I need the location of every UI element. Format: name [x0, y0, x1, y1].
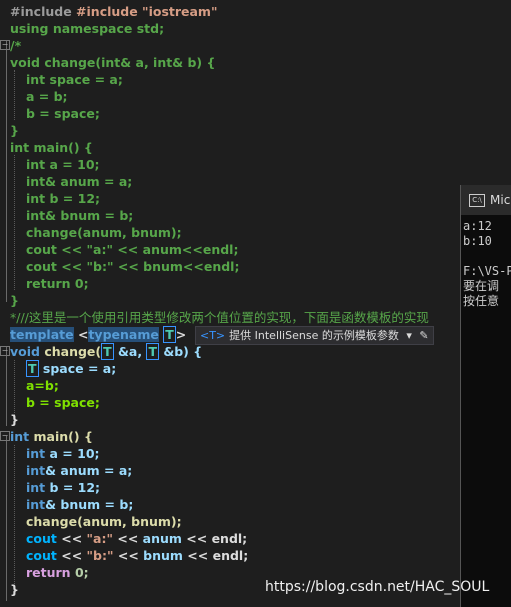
code-line-comment-open: /*: [10, 38, 22, 53]
code-line: }: [10, 293, 19, 308]
console-output-line: b:10: [463, 234, 492, 248]
code-line: int& bnum = b;: [26, 497, 134, 512]
code-line-chinese-comment: *///这里是一个使用引用类型修改两个值位置的实现，下面是函数模板的实现: [10, 310, 429, 325]
indent-guide-4: [14, 445, 16, 590]
console-title-bar[interactable]: C:\ Mic: [461, 185, 511, 215]
code-line: a = b;: [26, 89, 68, 104]
code-line: int a = 10;: [26, 446, 100, 461]
console-output-line: a:12: [463, 219, 492, 233]
code-line: T space = a;: [26, 360, 117, 377]
console-window[interactable]: C:\ Mic a:12 b:10 F:\VS-P 要在调 按任意: [460, 185, 511, 607]
code-line: cout << "a:" << anum << endl;: [26, 531, 248, 546]
code-line: change(anum, bnum);: [26, 514, 182, 529]
code-line: int a = 10;: [26, 157, 100, 172]
code-line-template: template <typename T >: [10, 326, 187, 343]
code-line: return 0;: [26, 565, 89, 580]
code-line: cout << "b:" << bnum << endl;: [26, 548, 249, 563]
template-tag: <T>: [200, 329, 226, 342]
watermark: https://blog.csdn.net/HAC_SOUL: [265, 579, 490, 595]
code-line: }: [10, 412, 19, 427]
code-line: b = space;: [26, 106, 100, 121]
code-line: }: [10, 582, 19, 597]
code-line: }: [10, 123, 19, 138]
indent-guide: [14, 70, 16, 120]
console-output-line: 按任意: [463, 294, 500, 308]
code-line-main-active: int main() {: [10, 429, 93, 444]
code-line-include: #include #include "iostream": [10, 4, 218, 19]
template-param-T[interactable]: T: [163, 326, 176, 343]
code-line: a=b;: [26, 378, 59, 393]
code-line: change(anum, bnum);: [26, 225, 182, 240]
collapse-toggle-comment[interactable]: −: [0, 40, 10, 50]
code-line: return 0;: [26, 276, 89, 291]
code-line: int& anum = a;: [26, 174, 133, 189]
outline-gutter-3: [6, 436, 7, 601]
code-line: int& bnum = b;: [26, 208, 134, 223]
console-output-line: F:\VS-P: [463, 264, 511, 278]
code-line-using: using namespace std;: [10, 21, 165, 36]
code-line: int b = 12;: [26, 191, 101, 206]
console-title: Mic: [490, 193, 511, 207]
indent-guide-3: [14, 360, 16, 415]
code-line: cout << "b:" << bnum<<endl;: [26, 259, 240, 274]
code-line-void-change: void change(int& a, int& b) {: [10, 55, 216, 70]
code-line-void-change-template: void change(T &a, T &b) {: [10, 343, 203, 360]
intellisense-template-bar[interactable]: <T> 提供 IntelliSense 的示例模板参数 ▾ ✎: [195, 326, 434, 345]
code-line: int& anum = a;: [26, 463, 133, 478]
chevron-down-icon[interactable]: ▾: [406, 329, 412, 342]
collapse-toggle-template[interactable]: −: [0, 346, 10, 356]
code-line: cout << "a:" << anum<<endl;: [26, 242, 239, 257]
indent-guide-2: [14, 155, 16, 290]
code-line: int space = a;: [26, 72, 123, 87]
code-line: int b = 12;: [26, 480, 101, 495]
console-output-line: 要在调: [463, 279, 500, 293]
code-line: b = space;: [26, 395, 100, 410]
code-line-main: int main() {: [10, 140, 93, 155]
edit-pencil-icon[interactable]: ✎: [419, 329, 428, 342]
outline-gutter: [6, 40, 7, 302]
code-editor[interactable]: − − − #include #include "iostream" using…: [0, 0, 460, 607]
outline-gutter-2: [6, 346, 7, 426]
console-icon: C:\: [469, 194, 485, 207]
collapse-toggle-main[interactable]: −: [0, 431, 10, 441]
intellisense-hint-text: 提供 IntelliSense 的示例模板参数: [229, 329, 399, 342]
